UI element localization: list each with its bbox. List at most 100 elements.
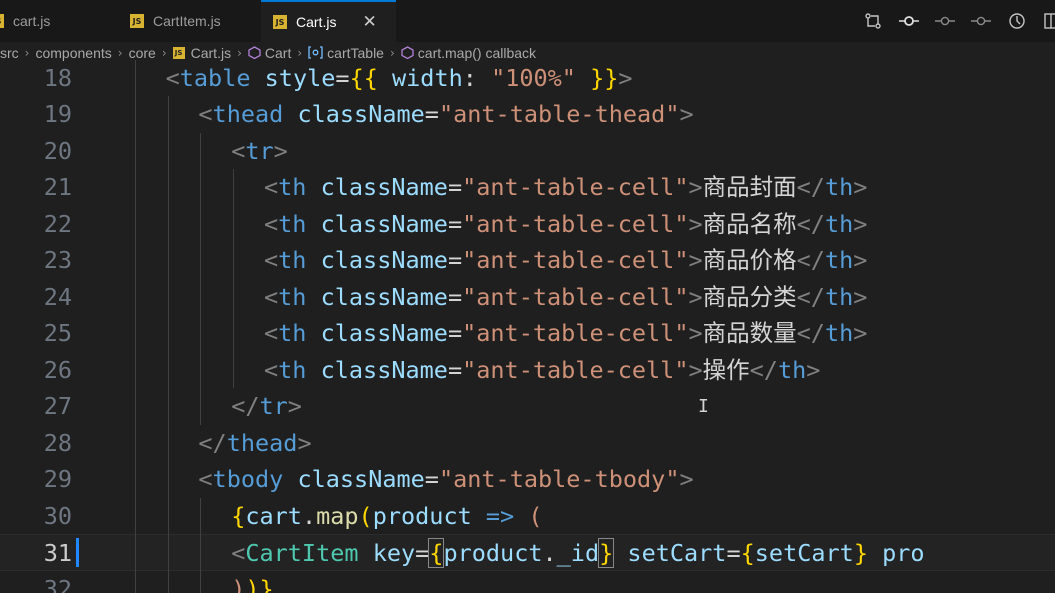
code-line[interactable]: 26 <th className="ant-table-cell">操作</th> (0, 352, 1055, 389)
line-number: 27 (43, 392, 72, 420)
git-commit-icon[interactable] (899, 11, 919, 31)
code-token: tr (245, 136, 274, 165)
code-line[interactable]: 22 <th className="ant-table-cell">商品名称</t… (0, 206, 1055, 243)
source-control-compare-icon[interactable] (863, 11, 883, 31)
code-token: {{ (349, 63, 378, 92)
indent-guide (134, 242, 136, 279)
code-line[interactable]: 25 <th className="ant-table-cell">商品数量</t… (0, 315, 1055, 352)
breadcrumb-item-cart[interactable]: Cart (265, 45, 291, 61)
tab-cartitem-js[interactable]: JS CartItem.js (116, 0, 261, 42)
indent-guide (134, 205, 136, 242)
code-token: = (447, 355, 463, 384)
line-number: 21 (43, 173, 72, 201)
js-file-icon: JS (130, 14, 144, 28)
code-line[interactable]: 28 </thead> (0, 425, 1055, 462)
line-number: 25 (43, 319, 72, 347)
code-line[interactable]: 32))} (0, 571, 1055, 593)
code-line[interactable]: 30 {cart.map(product => ( (0, 498, 1055, 535)
code-token: className (297, 465, 425, 493)
code-token: { (428, 538, 445, 568)
breadcrumb-item-components[interactable]: components (35, 45, 111, 61)
code-token: < (264, 246, 279, 274)
code-editor[interactable]: 18 <table style={{ width: "100%" }}> 19 <th… (0, 60, 1055, 593)
code-token: = (447, 282, 463, 311)
indent-guide (167, 461, 169, 498)
code-line[interactable]: 19 <thead className="ant-table-thead"> (0, 96, 1055, 133)
code-token: > (688, 282, 703, 311)
code-line[interactable]: 29 <tbody className="ant-table-tbody"> (0, 461, 1055, 498)
code-token: th (824, 246, 854, 274)
code-token: } (598, 538, 615, 568)
indent-guide (134, 424, 136, 461)
breadcrumb-item-callback[interactable]: cart.map() callback (418, 45, 536, 61)
breadcrumb-item-src[interactable]: src (0, 45, 19, 61)
next-change-icon[interactable] (971, 11, 991, 31)
code-text: </thead> (198, 425, 311, 462)
breadcrumb-item-file[interactable]: Cart.js (191, 45, 231, 61)
breadcrumb-item-core[interactable]: core (129, 45, 156, 61)
code-line[interactable]: 21 <th className="ant-table-cell">商品封面</t… (0, 169, 1055, 206)
code-token: th (278, 209, 307, 238)
code-token: th (824, 209, 854, 238)
code-token: th (278, 319, 307, 347)
indent-guide (233, 169, 235, 206)
code-token: = (726, 539, 741, 567)
tab-cart-js[interactable]: JS cart.js (0, 0, 116, 42)
code-line[interactable]: 20 <tr> (0, 133, 1055, 170)
line-number: 20 (43, 136, 72, 165)
code-line[interactable]: 24 <th className="ant-table-cell">商品分类</t… (0, 279, 1055, 316)
code-token: th (824, 319, 854, 347)
indent-guide (167, 497, 169, 534)
indent-guide (134, 315, 136, 352)
code-token: : (462, 63, 492, 92)
editor-tab-bar: JS cart.js JS CartItem.js JS Cart.js ✕ (0, 0, 1055, 43)
code-token: = (415, 539, 430, 567)
breadcrumb-item-carttable[interactable]: cartTable (327, 45, 384, 61)
code-token: } (259, 574, 274, 593)
indent-guide (200, 278, 202, 315)
code-token: => (485, 501, 515, 530)
code-text: <th className="ant-table-cell">商品封面</th> (264, 169, 867, 206)
code-token: > (853, 282, 868, 311)
indent-guide (167, 278, 169, 315)
line-number: 29 (43, 465, 72, 493)
code-token: = (447, 209, 463, 238)
code-token: "100%" (491, 63, 576, 92)
chevron-right-icon: › (117, 45, 123, 60)
tab-label: CartItem.js (153, 13, 221, 29)
code-token: product (372, 501, 472, 530)
code-token: setCart (627, 539, 727, 567)
code-token: < (198, 465, 213, 493)
indent-guide (134, 96, 136, 133)
tab-cart-js-active[interactable]: JS Cart.js ✕ (261, 0, 396, 42)
code-token: ( (358, 501, 373, 530)
code-text: {cart.map(product => ( (231, 498, 542, 535)
code-token: 商品价格 (702, 246, 797, 274)
indent-guide (134, 351, 136, 388)
code-token: = (335, 63, 350, 92)
close-icon[interactable]: ✕ (362, 12, 376, 32)
previous-change-icon[interactable] (935, 11, 955, 31)
code-token: className (320, 173, 448, 201)
code-line[interactable]: 31 <CartItem key={product._id} setCart={s… (0, 534, 1055, 571)
code-token: = (424, 465, 439, 493)
code-line[interactable]: 18 <table style={{ width: "100%" }}> (0, 60, 1055, 96)
code-token: </ (796, 246, 825, 274)
code-line[interactable]: 27 </tr> (0, 388, 1055, 425)
code-line[interactable]: 23 <th className="ant-table-cell">商品价格</t… (0, 242, 1055, 279)
code-token: _id (556, 539, 600, 567)
code-text: <th className="ant-table-cell">商品分类</th> (264, 279, 867, 316)
line-number: 19 (43, 100, 72, 128)
line-number: 32 (43, 574, 72, 593)
indent-guide (167, 534, 169, 571)
split-editor-icon[interactable] (1041, 11, 1055, 31)
code-token: th (278, 246, 307, 274)
code-text: <th className="ant-table-cell">商品价格</th> (264, 242, 867, 279)
indent-guide (134, 169, 136, 206)
code-token: width (392, 63, 463, 92)
timeline-icon[interactable] (1007, 11, 1027, 31)
